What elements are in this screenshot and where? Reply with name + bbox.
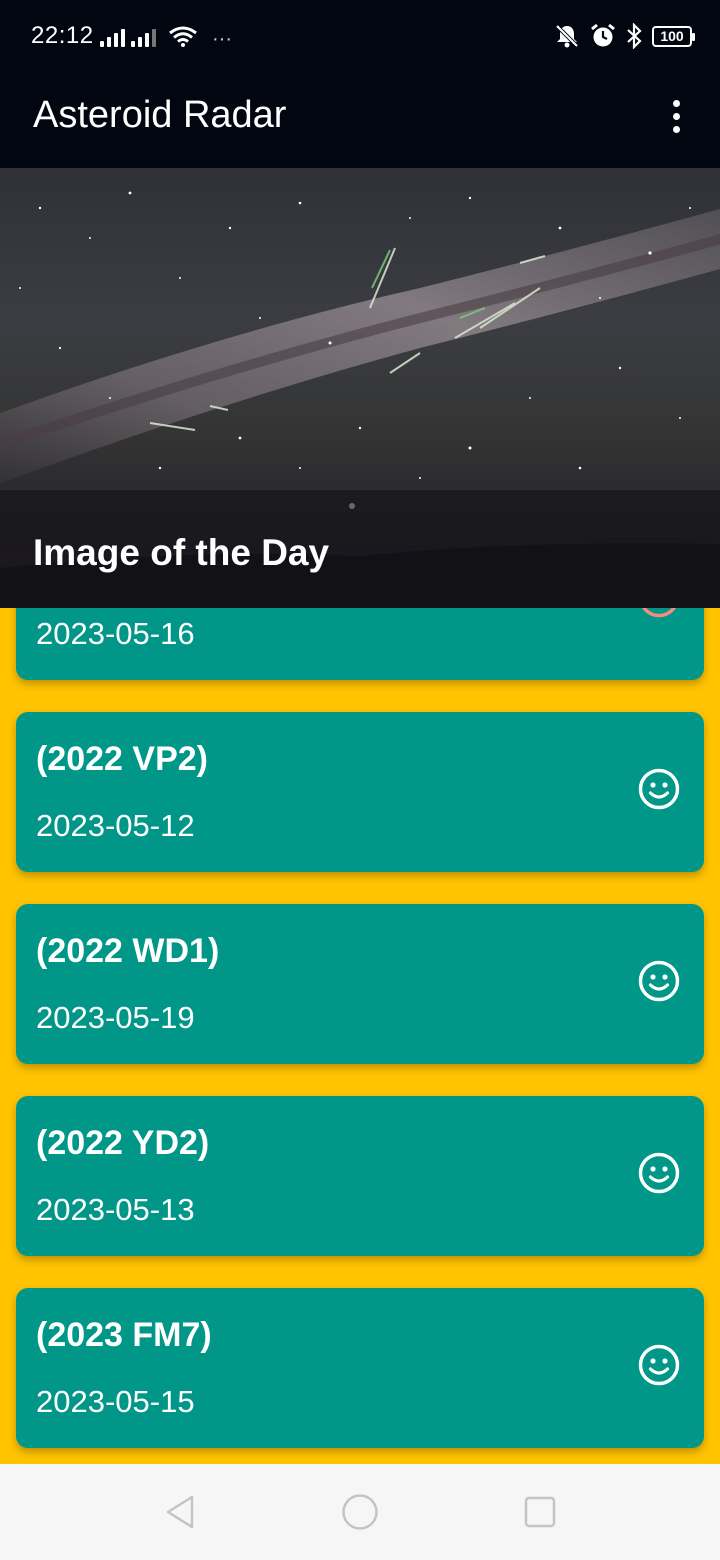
smiley-icon <box>638 768 680 810</box>
app-title: Asteroid Radar <box>33 94 287 136</box>
asteroid-card[interactable]: (2022 WD1) 2023-05-19 <box>16 904 704 1064</box>
asteroid-name: (2022 VP2) <box>36 740 208 778</box>
back-icon[interactable] <box>160 1492 200 1532</box>
wifi-icon <box>169 26 197 47</box>
status-right-icons: 100 <box>554 22 695 50</box>
asteroid-card[interactable]: (2023 FM7) 2023-05-15 <box>16 1288 704 1448</box>
asteroid-date: 2023-05-12 <box>36 808 195 843</box>
asteroid-name: (2022 YD2) <box>36 1124 210 1162</box>
asteroid-list[interactable]: 2023-05-16 (2022 VP2) 2023-05-12 (2022 W… <box>0 608 720 1464</box>
status-left-icons: ··· <box>100 25 232 50</box>
status-time: 22:12 <box>31 22 94 49</box>
signal-icon <box>100 27 125 47</box>
app-bar: Asteroid Radar <box>0 72 720 168</box>
more-dots-icon: ··· <box>212 28 232 50</box>
asteroid-name: (2023 FM7) <box>36 1316 212 1354</box>
status-bar: 22:12 ··· 100 <box>0 0 720 72</box>
more-vert-icon[interactable] <box>652 92 700 140</box>
system-nav-bar <box>0 1464 720 1560</box>
asteroid-name: (2022 WD1) <box>36 932 220 970</box>
image-caption: Image of the Day <box>33 532 330 573</box>
asteroid-card[interactable]: (2022 VP2) 2023-05-12 <box>16 712 704 872</box>
recents-icon[interactable] <box>520 1492 560 1532</box>
battery-icon: 100 <box>652 25 695 47</box>
bluetooth-icon <box>627 23 642 49</box>
mute-icon <box>555 24 579 48</box>
smiley-icon <box>638 1152 680 1194</box>
asteroid-card[interactable]: 2023-05-16 <box>16 608 704 680</box>
smiley-icon <box>638 960 680 1002</box>
signal-icon <box>131 27 156 47</box>
asteroid-card[interactable]: (2022 YD2) 2023-05-13 <box>16 1096 704 1256</box>
asteroid-date: 2023-05-16 <box>36 616 195 651</box>
home-icon[interactable] <box>340 1492 380 1532</box>
hazardous-icon <box>642 608 676 618</box>
asteroid-date: 2023-05-19 <box>36 1000 195 1035</box>
alarm-icon <box>591 23 615 47</box>
asteroid-date: 2023-05-15 <box>36 1384 195 1419</box>
image-caption-bar: Image of the Day <box>0 490 720 608</box>
smiley-icon <box>638 1344 680 1386</box>
image-of-day: Image of the Day <box>0 168 720 608</box>
asteroid-date: 2023-05-13 <box>36 1192 195 1227</box>
battery-level: 100 <box>660 28 684 44</box>
